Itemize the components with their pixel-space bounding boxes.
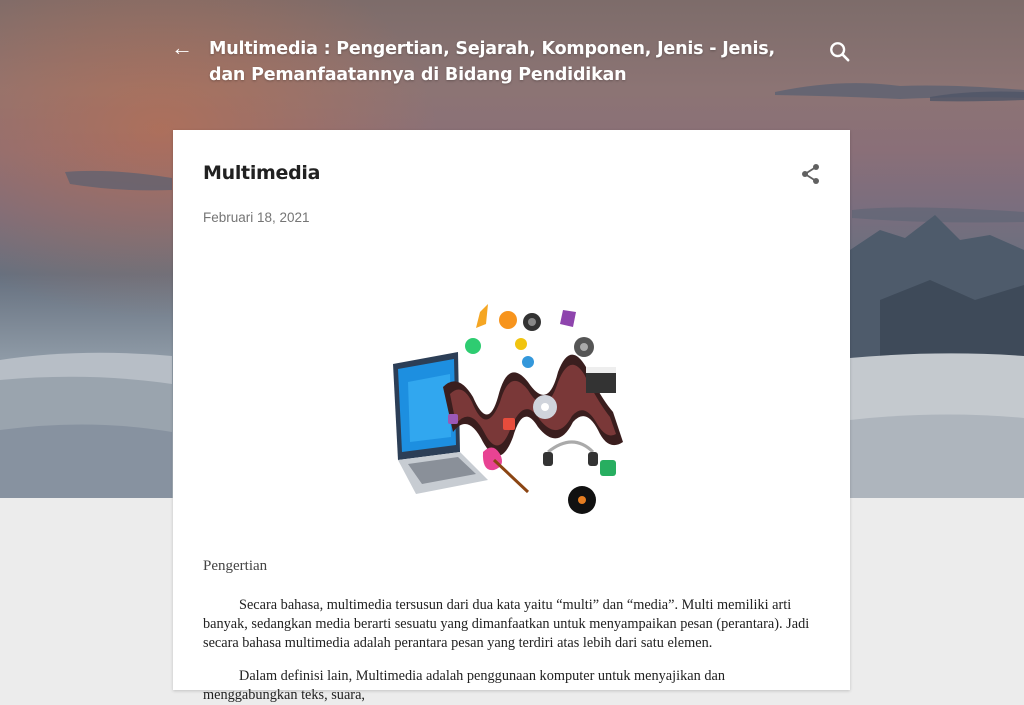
share-icon: [802, 164, 819, 184]
share-button[interactable]: [800, 162, 822, 186]
blog-post-header-title: Multimedia : Pengertian, Sejarah, Kompon…: [209, 39, 775, 85]
search-button[interactable]: [826, 38, 854, 66]
back-button[interactable]: ←: [170, 36, 194, 60]
post-card: Multimedia Februari 18, 2021 Pengertian …: [173, 130, 850, 703]
search-icon: [830, 42, 850, 62]
section-heading-pengertian: Pengertian: [203, 558, 268, 574]
post-date: Februari 18, 2021: [203, 210, 310, 225]
paragraph-1: Secara bahasa, multimedia tersusun dari …: [203, 597, 810, 651]
arrow-left-icon: ←: [171, 35, 193, 60]
multimedia-illustration[interactable]: [388, 302, 638, 526]
paragraph-2: Dalam definisi lain, Multimedia adalah p…: [203, 668, 725, 703]
post-title: Multimedia: [203, 162, 321, 184]
